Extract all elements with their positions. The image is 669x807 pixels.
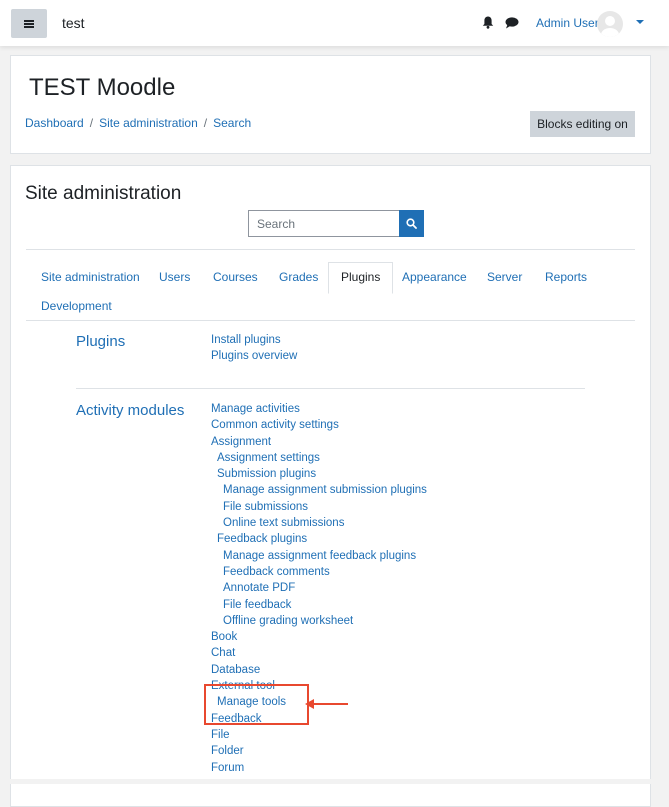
search-icon: [406, 218, 417, 229]
link-plugins-overview[interactable]: Plugins overview: [211, 348, 297, 364]
blocks-editing-button[interactable]: Blocks editing on: [530, 111, 635, 137]
admin-tabs: Site administration Users Courses Grades…: [29, 262, 639, 322]
link-folder[interactable]: Folder: [211, 743, 427, 759]
menu-icon: [24, 19, 34, 28]
link-file-feedback[interactable]: File feedback: [211, 597, 427, 613]
link-database[interactable]: Database: [211, 662, 427, 678]
link-manage-assignment-feedback-plugins[interactable]: Manage assignment feedback plugins: [211, 548, 427, 564]
admin-search-form: [248, 210, 424, 237]
tab-plugins[interactable]: Plugins: [328, 262, 394, 294]
page-title: TEST Moodle: [29, 74, 176, 101]
breadcrumb-separator: /: [89, 116, 94, 130]
tab-grades[interactable]: Grades: [267, 262, 330, 292]
chat-icon[interactable]: [505, 17, 519, 32]
page-header: TEST Moodle Dashboard / Site administrat…: [10, 55, 651, 154]
link-file[interactable]: File: [211, 727, 427, 743]
link-install-plugins[interactable]: Install plugins: [211, 332, 297, 348]
annotation-highlight-box: [204, 684, 309, 725]
breadcrumb-search[interactable]: Search: [213, 116, 251, 130]
link-offline-grading-worksheet[interactable]: Offline grading worksheet: [211, 613, 427, 629]
link-assignment[interactable]: Assignment: [211, 434, 427, 450]
menu-toggle-button[interactable]: [11, 9, 47, 38]
search-input[interactable]: [248, 210, 399, 237]
link-feedback-plugins[interactable]: Feedback plugins: [211, 531, 427, 547]
breadcrumb-separator: /: [203, 116, 208, 130]
tab-appearance[interactable]: Appearance: [390, 262, 479, 292]
section-heading: Site administration: [25, 183, 182, 204]
link-manage-activities[interactable]: Manage activities: [211, 401, 427, 417]
user-avatar-icon[interactable]: [597, 11, 623, 37]
search-button[interactable]: [399, 210, 424, 237]
activity-modules-category-heading[interactable]: Activity modules: [76, 402, 184, 419]
link-online-text-submissions[interactable]: Online text submissions: [211, 515, 427, 531]
link-forum[interactable]: Forum: [211, 760, 427, 776]
user-menu-name[interactable]: Admin User: [536, 16, 599, 30]
link-file-submissions[interactable]: File submissions: [211, 499, 427, 515]
tab-users[interactable]: Users: [147, 262, 202, 292]
link-book[interactable]: Book: [211, 629, 427, 645]
caret-down-icon[interactable]: [636, 20, 644, 24]
site-name[interactable]: test: [62, 15, 85, 31]
tab-courses[interactable]: Courses: [201, 262, 270, 292]
divider: [76, 388, 585, 389]
breadcrumb: Dashboard / Site administration / Search: [25, 116, 251, 130]
link-chat[interactable]: Chat: [211, 645, 427, 661]
link-assignment-settings[interactable]: Assignment settings: [211, 450, 427, 466]
link-annotate-pdf[interactable]: Annotate PDF: [211, 580, 427, 596]
annotation-arrow-icon: [305, 699, 348, 709]
top-navbar: test Admin User: [0, 0, 669, 46]
breadcrumb-dashboard[interactable]: Dashboard: [25, 116, 84, 130]
tab-development[interactable]: Development: [29, 291, 124, 321]
breadcrumb-site-administration[interactable]: Site administration: [99, 116, 198, 130]
divider: [26, 249, 635, 250]
link-submission-plugins[interactable]: Submission plugins: [211, 466, 427, 482]
bell-icon[interactable]: [482, 16, 494, 32]
tab-site-administration[interactable]: Site administration: [29, 262, 152, 292]
tab-reports[interactable]: Reports: [533, 262, 599, 292]
tabs-divider: [26, 320, 635, 321]
link-common-activity-settings[interactable]: Common activity settings: [211, 417, 427, 433]
plugins-link-list: Install plugins Plugins overview: [211, 332, 297, 365]
plugins-category-heading[interactable]: Plugins: [76, 333, 125, 350]
link-feedback-comments[interactable]: Feedback comments: [211, 564, 427, 580]
tab-server[interactable]: Server: [475, 262, 534, 292]
link-manage-assignment-submission-plugins[interactable]: Manage assignment submission plugins: [211, 482, 427, 498]
page-bottom-edge: [0, 779, 669, 784]
